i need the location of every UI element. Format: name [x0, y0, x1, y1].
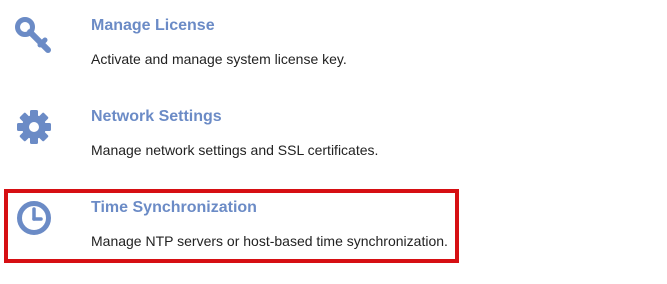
settings-list: Manage License Activate and manage syste… — [0, 0, 667, 284]
setting-item-time-synchronization[interactable]: Time Synchronization Manage NTP servers … — [0, 198, 460, 278]
setting-title[interactable]: Time Synchronization — [91, 198, 257, 218]
setting-item-manage-license[interactable]: Manage License Activate and manage syste… — [0, 16, 460, 96]
gear-icon — [17, 110, 51, 144]
setting-title[interactable]: Network Settings — [91, 107, 222, 127]
setting-description: Manage NTP servers or host-based time sy… — [91, 233, 448, 249]
clock-icon — [17, 201, 51, 235]
setting-item-network-settings[interactable]: Network Settings Manage network settings… — [0, 107, 460, 187]
setting-title[interactable]: Manage License — [91, 16, 215, 36]
setting-description: Activate and manage system license key. — [91, 51, 347, 67]
setting-description: Manage network settings and SSL certific… — [91, 142, 379, 158]
key-icon — [15, 17, 51, 53]
